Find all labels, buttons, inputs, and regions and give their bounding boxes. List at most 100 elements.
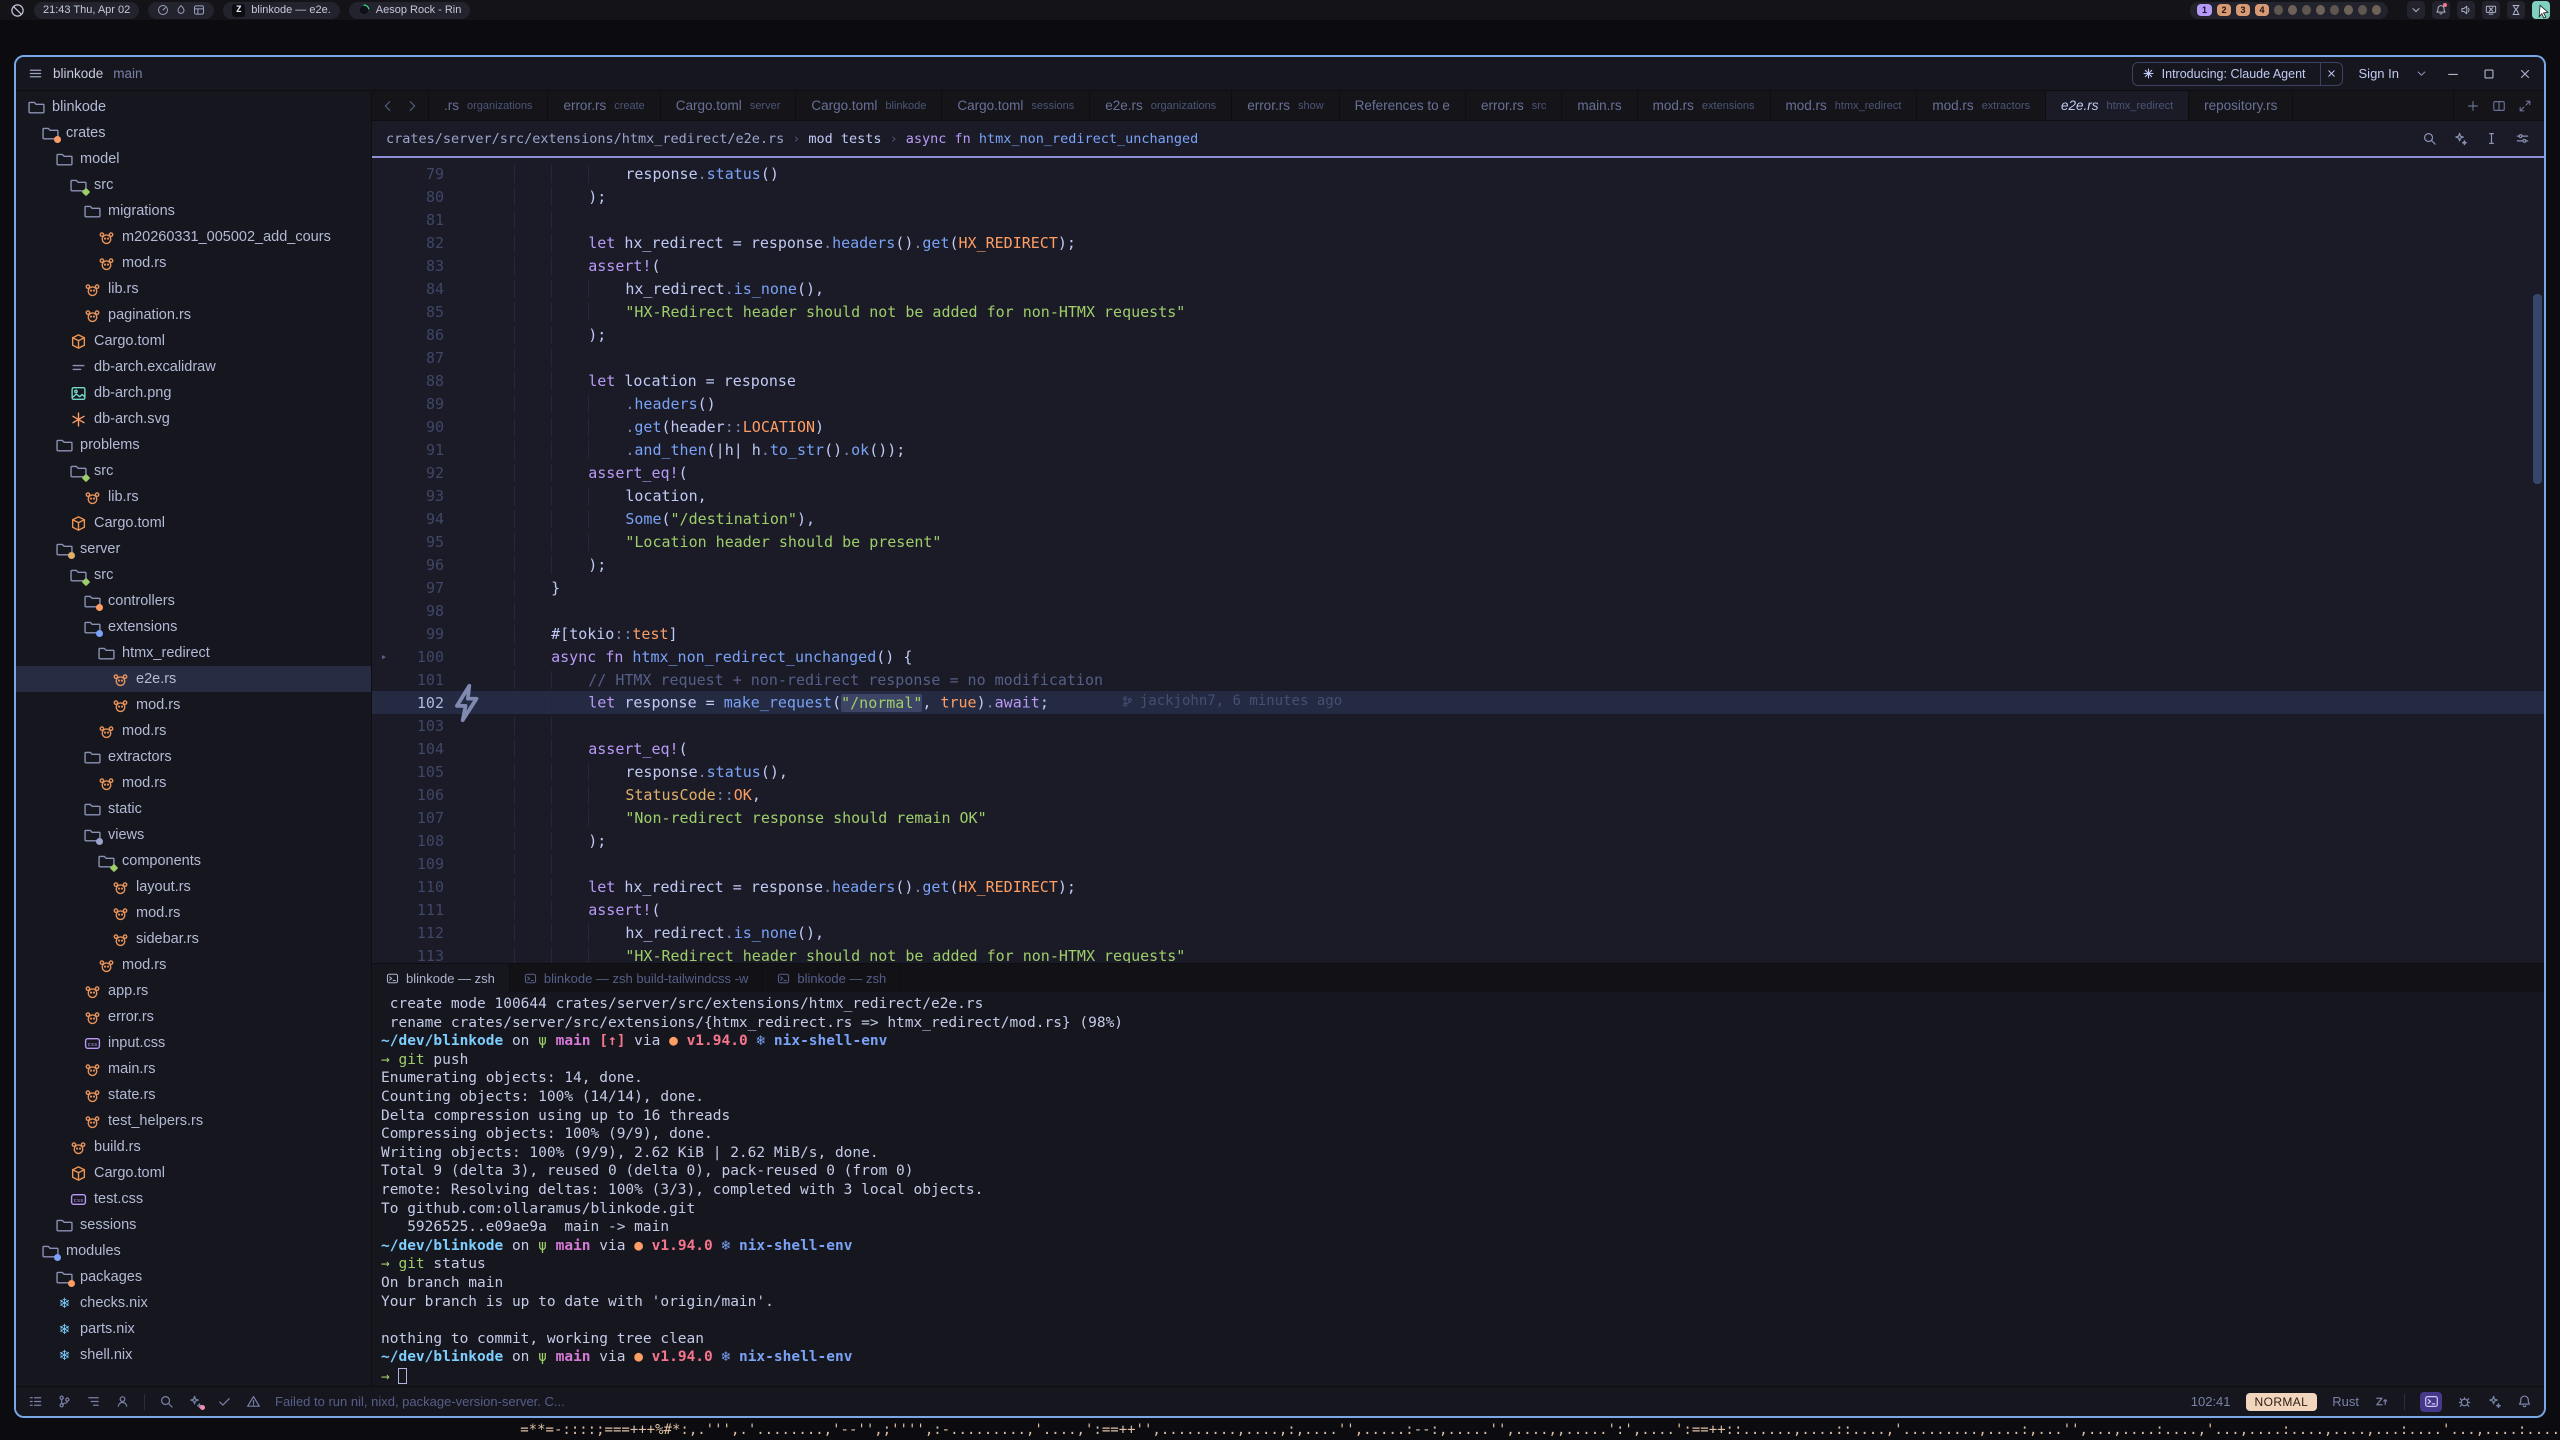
workspace-dot[interactable] xyxy=(2316,5,2325,15)
minimize-button[interactable] xyxy=(2446,67,2460,81)
project-search-icon[interactable] xyxy=(159,1394,174,1409)
back-button[interactable] xyxy=(381,99,395,113)
editor-tab[interactable]: e2e.rsorganizations xyxy=(1090,91,1232,120)
statusbar-message[interactable]: Failed to run nil, nixd, package-version… xyxy=(275,1394,565,1409)
tree-item[interactable]: lib.rs xyxy=(16,276,371,302)
code-line[interactable]: 84 hx_redirect.is_none(), xyxy=(372,277,2544,300)
code-line[interactable]: 102 let response = make_request("/normal… xyxy=(372,691,2544,714)
workspace-dot[interactable] xyxy=(2288,5,2297,15)
project-panel[interactable]: blinkodecratesmodelsrcmigrationsm2026033… xyxy=(16,91,372,1386)
terminal-toggle-button[interactable] xyxy=(2420,1392,2442,1412)
editor-tab[interactable]: repository.rs xyxy=(2189,91,2293,120)
cursor-position[interactable]: 102:41 xyxy=(2191,1394,2231,1409)
workspace-dot[interactable] xyxy=(2330,5,2339,15)
warning-icon[interactable] xyxy=(246,1394,261,1409)
code-line[interactable]: 103 xyxy=(372,714,2544,737)
editor-tab[interactable]: Cargo.tomlserver xyxy=(661,91,797,120)
tray-dropdown-button[interactable] xyxy=(2407,1,2425,19)
tree-item[interactable]: sessions xyxy=(16,1212,371,1238)
code-line[interactable]: 96 ); xyxy=(372,553,2544,576)
agent-panel-icon[interactable] xyxy=(2487,1394,2502,1409)
system-stats-widget[interactable] xyxy=(148,2,214,19)
close-window-button[interactable] xyxy=(2518,67,2532,81)
tree-item[interactable]: pagination.rs xyxy=(16,302,371,328)
git-panel-toggle-icon[interactable] xyxy=(57,1394,72,1409)
menu-icon[interactable] xyxy=(28,66,43,81)
notifications-button[interactable] xyxy=(2432,1,2450,19)
ai-assistant-icon[interactable] xyxy=(188,1394,203,1409)
code-line[interactable]: 92 assert_eq!( xyxy=(372,461,2544,484)
tree-item[interactable]: lib.rs xyxy=(16,484,371,510)
fold-chevron-icon[interactable]: ▸ xyxy=(372,650,396,663)
project-panel-toggle-icon[interactable] xyxy=(28,1394,43,1409)
clock-widget[interactable]: 21:43 Thu, Apr 02 xyxy=(34,2,139,19)
collab-panel-toggle-icon[interactable] xyxy=(115,1394,130,1409)
tree-item[interactable]: extensions xyxy=(16,614,371,640)
zoom-pane-button[interactable] xyxy=(2518,99,2532,113)
tree-item[interactable]: Cargo.toml xyxy=(16,1160,371,1186)
editor-tab[interactable]: Cargo.tomlsessions xyxy=(942,91,1090,120)
maximize-button[interactable] xyxy=(2482,67,2496,81)
tree-item[interactable]: mod.rs xyxy=(16,692,371,718)
editor-tab[interactable]: error.rssrc xyxy=(1466,91,1562,120)
user-menu-chevron-icon[interactable] xyxy=(2415,67,2428,80)
code-line[interactable]: 106 StatusCode::OK, xyxy=(372,783,2544,806)
code-line[interactable]: 85 "HX-Redirect header should not be add… xyxy=(372,300,2544,323)
code-line[interactable]: 93 location, xyxy=(372,484,2544,507)
tree-item[interactable]: src xyxy=(16,562,371,588)
code-line[interactable]: ▸100 async fn htmx_non_redirect_unchange… xyxy=(372,645,2544,668)
tree-item[interactable]: ❄shell.nix xyxy=(16,1342,371,1368)
tree-item[interactable]: components xyxy=(16,848,371,874)
editor-tab[interactable]: error.rsshow xyxy=(1232,91,1339,120)
code-line[interactable]: 89 .headers() xyxy=(372,392,2544,415)
tree-item[interactable]: build.rs xyxy=(16,1134,371,1160)
forward-button[interactable] xyxy=(405,99,419,113)
tree-item[interactable]: mod.rs xyxy=(16,250,371,276)
workspace-dot[interactable] xyxy=(2372,5,2381,15)
editor-controls-button[interactable] xyxy=(2515,131,2530,146)
tree-item[interactable]: static xyxy=(16,796,371,822)
workspace-dot[interactable] xyxy=(2344,5,2353,15)
code-line[interactable]: 107 "Non-redirect response should remain… xyxy=(372,806,2544,829)
project-name[interactable]: blinkode xyxy=(53,66,103,81)
tree-item[interactable]: modules xyxy=(16,1238,371,1264)
tree-item[interactable]: sidebar.rs xyxy=(16,926,371,952)
tree-item[interactable]: model xyxy=(16,146,371,172)
code-line[interactable]: 104 assert_eq!( xyxy=(372,737,2544,760)
tree-item[interactable]: error.rs xyxy=(16,1004,371,1030)
power-button[interactable] xyxy=(2532,1,2550,19)
git-branch-label[interactable]: main xyxy=(113,66,142,81)
tree-item[interactable]: app.rs xyxy=(16,978,371,1004)
code-editor[interactable]: 79 response.status()80 );81 82 let hx_re… xyxy=(372,156,2544,963)
tree-item[interactable]: state.rs xyxy=(16,1082,371,1108)
tree-item[interactable]: Cargo.toml xyxy=(16,328,371,354)
code-line[interactable]: 97 } xyxy=(372,576,2544,599)
volume-button[interactable] xyxy=(2457,1,2475,19)
workspace-badge[interactable]: 2 xyxy=(2217,4,2231,16)
code-line[interactable]: 81 xyxy=(372,208,2544,231)
editor-tab[interactable]: Cargo.tomlblinkode xyxy=(796,91,942,120)
new-tab-button[interactable] xyxy=(2466,99,2480,113)
breadcrumb[interactable]: crates/server/src/extensions/htmx_redire… xyxy=(386,131,1198,147)
editor-tab[interactable]: error.rscreate xyxy=(548,91,660,120)
code-line[interactable]: 105 response.status(), xyxy=(372,760,2544,783)
tree-item[interactable]: htmx_redirect xyxy=(16,640,371,666)
tree-item[interactable]: layout.rs xyxy=(16,874,371,900)
tree-item[interactable]: crates xyxy=(16,120,371,146)
idle-inhibit-button[interactable] xyxy=(2507,1,2525,19)
terminal-tab[interactable]: blinkode — zsh build-tailwindcss -w xyxy=(510,964,763,992)
tree-item[interactable]: main.rs xyxy=(16,1056,371,1082)
code-line[interactable]: 101 // HTMX request + non-redirect respo… xyxy=(372,668,2544,691)
tree-item[interactable]: controllers xyxy=(16,588,371,614)
code-line[interactable]: 98 xyxy=(372,599,2544,622)
tree-item[interactable]: test_helpers.rs xyxy=(16,1108,371,1134)
code-line[interactable]: 88 let location = response xyxy=(372,369,2544,392)
code-line[interactable]: 95 "Location header should be present" xyxy=(372,530,2544,553)
tree-item[interactable]: server xyxy=(16,536,371,562)
tree-item[interactable]: problems xyxy=(16,432,371,458)
workspace-badge[interactable]: 1 xyxy=(2197,4,2212,16)
language-selector[interactable]: Rust xyxy=(2332,1394,2359,1409)
split-pane-button[interactable] xyxy=(2492,99,2506,113)
tree-item[interactable]: csstest.css xyxy=(16,1186,371,1212)
code-line[interactable]: 83 assert!( xyxy=(372,254,2544,277)
